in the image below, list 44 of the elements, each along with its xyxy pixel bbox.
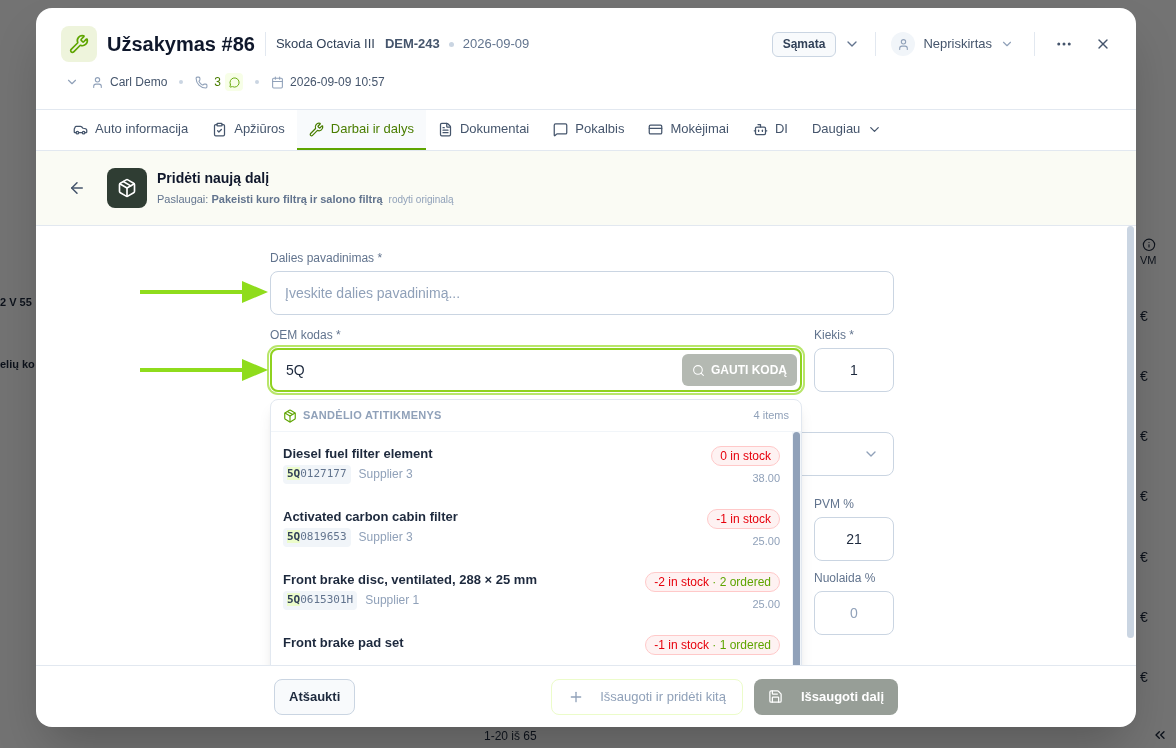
dropdown-title: SANDĖLIO ATITIKMENYS [303, 408, 442, 424]
supplier-name: Supplier 3 [358, 529, 413, 547]
part-name: Activated carbon cabin filter [283, 509, 458, 525]
table-cell: € [1140, 668, 1148, 685]
stock-badge: -2 in stock · 2 ordered [645, 572, 780, 592]
field-label: OEM kodas * [270, 328, 342, 342]
panel-title: Pridėti naują dalį [157, 169, 271, 189]
table-cell: € [1140, 548, 1148, 565]
table-cell: € [1140, 608, 1148, 625]
table-cell: € [1140, 307, 1148, 324]
plate-number: DEM-243 [384, 35, 440, 54]
stock-badge: -1 in stock · 1 ordered [645, 635, 780, 655]
column-header: VM [1140, 252, 1157, 268]
stock-badge: 0 in stock [711, 446, 780, 466]
panel-subtitle: Paslaugai: Pakeisti kuro filtrą ir salono filtrą [157, 192, 383, 208]
supplier-name: Supplier 3 [358, 466, 413, 484]
part-name: Diesel fuel filter element [283, 446, 433, 462]
customer-name: Carl Demo [110, 74, 168, 91]
part-code: 5Q0819653 [283, 528, 351, 547]
order-title: Užsakymas #86 [107, 32, 255, 57]
call-count: 3 [214, 74, 222, 91]
part-price: 25.00 [752, 597, 780, 612]
pagination-text: 1-20 iš 65 [484, 729, 537, 743]
stock-badge: -1 in stock [707, 509, 780, 529]
part-name: Front brake disc, ventilated, 288 × 25 mm [283, 572, 537, 588]
vehicle-name: Skoda Octavia III [275, 35, 375, 54]
part-price: 25.00 [752, 534, 780, 549]
supplier-name: Supplier 1 [365, 592, 420, 610]
order-date: 2026-09-09 [462, 35, 530, 54]
item-count: 4 items [753, 408, 789, 424]
field-label: Kiekis * [814, 328, 855, 342]
part-code: 5Q0615301H [283, 591, 358, 610]
table-cell: € [1140, 368, 1148, 385]
part-name: Front brake pad set [283, 635, 404, 651]
field-label: Dalies pavadinimas * [270, 251, 384, 265]
part-price: 38.00 [752, 471, 780, 486]
created-date: 2026-09-09 10:57 [290, 74, 385, 91]
table-cell: elių ko [0, 358, 35, 370]
field-label: Nuolaida % [814, 571, 877, 585]
part-code: 5Q0127177 [283, 465, 351, 484]
table-cell: 2 V 55 [0, 296, 32, 308]
field-label: PVM % [814, 497, 855, 511]
table-cell: € [1140, 488, 1148, 505]
table-cell: € [1140, 428, 1148, 445]
